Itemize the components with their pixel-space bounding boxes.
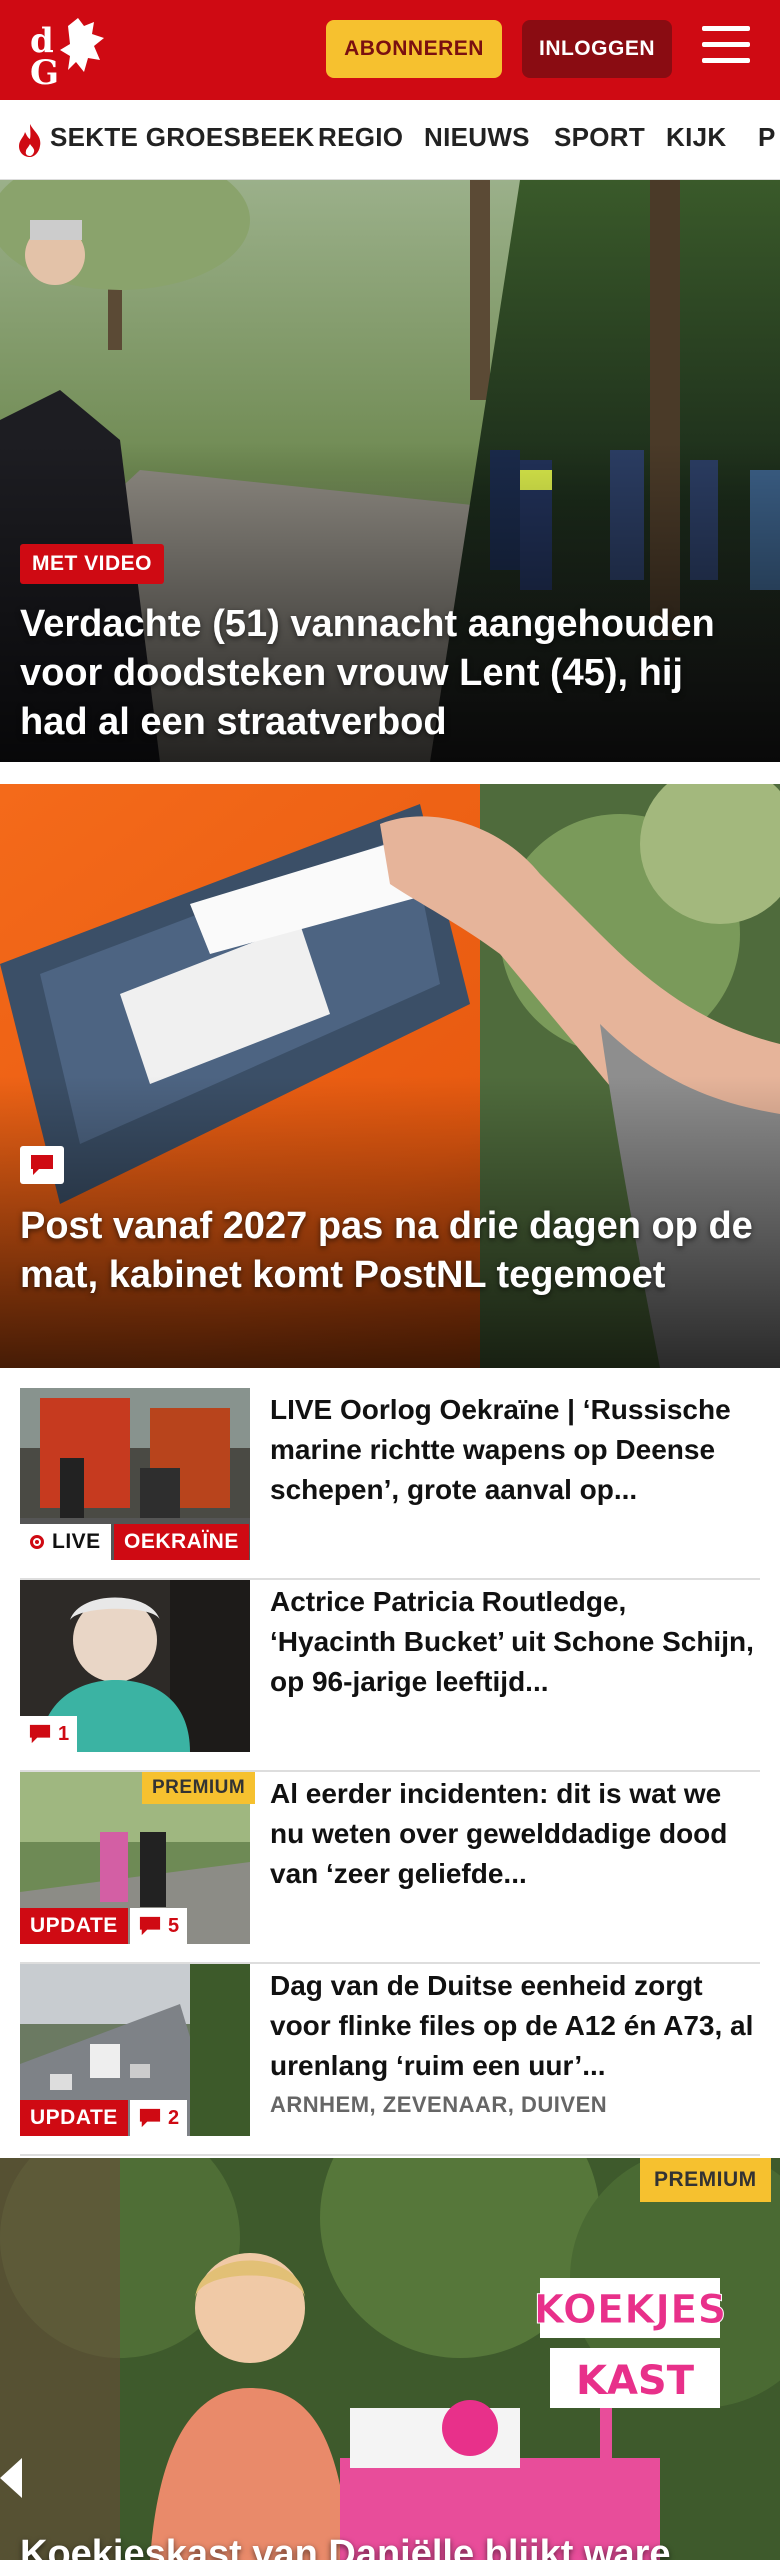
update-badge: UPDATE — [20, 1908, 128, 1944]
hero-1-title[interactable]: Verdachte (51) vannacht aangehouden voor… — [20, 600, 760, 747]
tag-badge: OEKRAÏNE — [114, 1524, 249, 1560]
hero-article-3[interactable]: KOEKJES KAST PREMIUM Koekjeskast van Dan… — [0, 2158, 780, 2560]
comment-count-value: 5 — [168, 1914, 180, 1937]
comment-count-value: 1 — [58, 1722, 70, 1745]
live-label: LIVE — [52, 1530, 101, 1553]
nav-item-regio[interactable]: REGIO — [318, 122, 403, 153]
article-title[interactable]: LIVE Oorlog Oekraïne | ‘Russische marine… — [270, 1390, 760, 1510]
premium-badge: PREMIUM — [640, 2158, 771, 2202]
sign-text-2: KAST — [576, 2358, 695, 2404]
comment-count-value: 2 — [168, 2106, 180, 2129]
list-item[interactable]: UPDATE 2 Dag van de Duitse eenheid zorgt… — [20, 1964, 760, 2156]
site-header: d G ABONNEREN INLOGGEN — [0, 0, 780, 100]
comment-icon — [139, 1916, 161, 1936]
section-nav: SEKTE GROESBEEK REGIO NIEUWS SPORT KIJK … — [0, 100, 780, 180]
comment-icon — [29, 1724, 51, 1744]
live-dot-icon — [30, 1535, 44, 1549]
svg-text:G: G — [30, 53, 59, 88]
comment-icon — [139, 2108, 161, 2128]
nav-item-sekte-groesbeek[interactable]: SEKTE GROESBEEK — [50, 122, 315, 153]
subscribe-button[interactable]: ABONNEREN — [326, 20, 502, 78]
flame-icon — [19, 124, 41, 157]
gelderlander-logo[interactable]: d G — [24, 14, 116, 88]
hero-3-image: KOEKJES KAST — [0, 2158, 780, 2560]
nav-item-more[interactable]: P — [758, 122, 776, 153]
hero-article-2[interactable]: Post vanaf 2027 pas na drie dagen op de … — [0, 784, 780, 1368]
live-badge: LIVE — [20, 1524, 111, 1560]
article-location: ARNHEM, ZEVENAAR, DUIVEN — [270, 2092, 608, 2117]
login-button[interactable]: INLOGGEN — [522, 20, 672, 78]
video-badge: MET VIDEO — [20, 544, 165, 584]
article-title[interactable]: Dag van de Duitse eenheid zorgt voor fli… — [270, 1966, 760, 2086]
hamburger-menu-icon[interactable] — [702, 26, 750, 70]
premium-badge: PREMIUM — [142, 1772, 256, 1804]
comment-count: 2 — [130, 2100, 188, 2136]
article-title[interactable]: Al eerder incidenten: dit is wat we nu w… — [270, 1774, 760, 1894]
list-item[interactable]: LIVE OEKRAÏNE LIVE Oorlog Oekraïne | ‘Ru… — [20, 1388, 760, 1580]
nav-item-kijk[interactable]: KIJK — [666, 122, 726, 153]
article-title[interactable]: Actrice Patricia Routledge, ‘Hyacinth Bu… — [270, 1582, 760, 1702]
list-item[interactable]: 1 Actrice Patricia Routledge, ‘Hyacinth … — [20, 1580, 760, 1772]
list-item[interactable]: PREMIUM UPDATE 5 Al eerder incidenten: d… — [20, 1772, 760, 1964]
sign-text-1: KOEKJES — [534, 2287, 727, 2333]
arrow-left-icon[interactable] — [0, 2458, 22, 2498]
comment-count: 5 — [130, 1908, 188, 1944]
comments-icon — [20, 1146, 64, 1184]
hero-2-title[interactable]: Post vanaf 2027 pas na drie dagen op de … — [20, 1202, 760, 1300]
hero-3-title[interactable]: Koekjeskast van Daniëlle blijkt ware — [20, 2530, 760, 2560]
comment-count: 1 — [20, 1716, 78, 1752]
update-badge: UPDATE — [20, 2100, 128, 2136]
nav-item-nieuws[interactable]: NIEUWS — [424, 122, 530, 153]
hero-article-1[interactable]: MET VIDEO Verdachte (51) vannacht aangeh… — [0, 180, 780, 762]
nav-item-sport[interactable]: SPORT — [554, 122, 645, 153]
